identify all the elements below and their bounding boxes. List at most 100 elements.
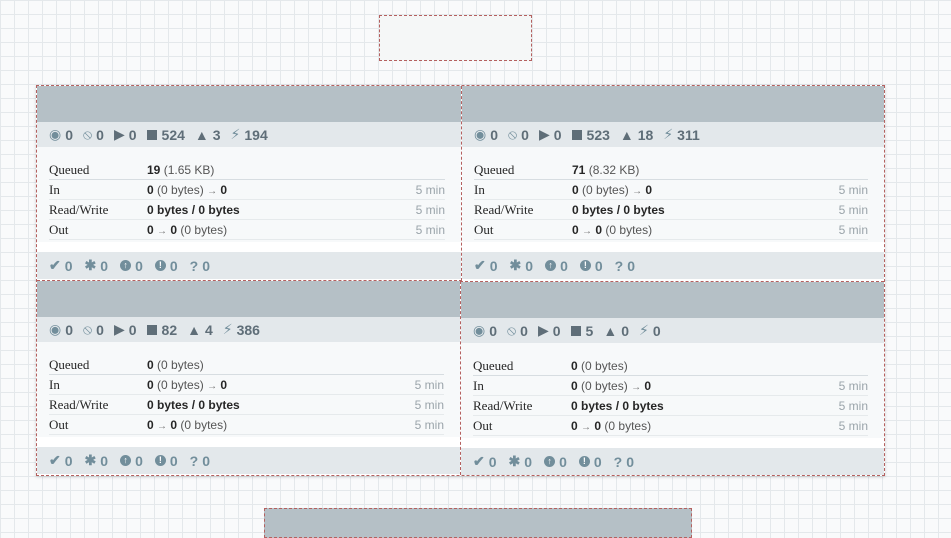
running-icon: ▶: [113, 321, 125, 337]
up-to-date-stat: ✔ 0: [474, 257, 498, 274]
running-icon: ▶: [538, 126, 550, 142]
unknown-stat: ? 0: [189, 452, 211, 469]
invalid-icon: ▲: [194, 126, 209, 143]
process-group-1[interactable]: ◉ 0 ⦸ 0 ▶ 0 524 ▲ 3 ⚡︎ 194 Queued 19 (1.65 KB…: [37, 86, 462, 281]
up-to-date-stat: ✔ 0: [49, 257, 73, 274]
read-write-row: Read/Write 0 bytes / 0 bytes 5 min: [474, 200, 868, 220]
version-control-counts: ✔ 0 ✱ 0 ↑ 0 ! 0 ? 0: [462, 252, 884, 279]
stopped-stat: 523: [571, 127, 610, 143]
stopped-stat: 82: [146, 322, 177, 338]
out-row: Out 0 → 0 (0 bytes) 5 min: [474, 220, 868, 240]
check-icon: ✔: [49, 452, 61, 468]
invalid-stat: ▲ 3: [194, 126, 221, 143]
transmitting-stat: ◉ 0: [474, 126, 499, 143]
component-counts: ◉ 0 ⦸ 0 ▶ 0 82 ▲ 4 ⚡︎ 386: [37, 317, 460, 342]
queued-row: Queued 0 (0 bytes): [49, 355, 444, 375]
disabled-stat: ⚡︎ 194: [230, 126, 268, 143]
running-icon: ▶: [537, 322, 549, 338]
read-write-row: Read/Write 0 bytes / 0 bytes 5 min: [49, 395, 444, 415]
invalid-icon: ▲: [187, 321, 201, 338]
asterisk-icon: ✱: [84, 452, 97, 468]
exclamation-circle-icon: !: [154, 455, 166, 466]
in-row: In 0 (0 bytes) → 0 5 min: [49, 375, 444, 395]
unknown-stat: ? 0: [189, 257, 211, 274]
arrow-up-circle-icon: ↑: [120, 455, 132, 466]
arrow-up-circle-icon: ↑: [545, 260, 557, 271]
invalid-stat: ▲ 0: [603, 322, 629, 339]
exclamation-circle-icon: !: [578, 456, 590, 467]
locally-modified-stat: ✱ 0: [84, 257, 109, 274]
process-group-header[interactable]: [37, 86, 461, 122]
stats-details: Queued 71 (8.32 KB) In 0 (0 bytes) → 0 5…: [462, 147, 884, 242]
sync-failure-stat: ! 0: [578, 454, 602, 470]
component-counts: ◉ 0 ⦸ 0 ▶ 0 5 ▲ 0 ⚡︎ 0: [461, 318, 884, 343]
process-group-header[interactable]: [37, 281, 460, 317]
check-icon: ✔: [49, 257, 61, 273]
process-group-4[interactable]: ◉ 0 ⦸ 0 ▶ 0 5 ▲ 0 ⚡︎ 0 Queued 0 (0 bytes) In …: [460, 281, 884, 475]
sync-failure-stat: ! 0: [154, 453, 178, 469]
stopped-icon: [570, 325, 581, 336]
stopped-stat: 5: [570, 323, 593, 339]
stale-stat: ↑ 0: [545, 258, 568, 274]
stopped-stat: 524: [146, 127, 185, 143]
transmitting-icon: ◉: [49, 126, 62, 142]
not-transmitting-stat: ⦸ 0: [507, 322, 528, 339]
invalid-icon: ▲: [619, 126, 634, 143]
invalid-stat: ▲ 18: [619, 126, 654, 143]
stopped-icon: [146, 129, 157, 140]
unknown-stat: ? 0: [614, 257, 636, 274]
disabled-icon: ⚡︎: [230, 126, 241, 142]
check-icon: ✔: [473, 453, 485, 469]
question-icon: ?: [189, 257, 199, 274]
invalid-icon: ▲: [603, 322, 618, 339]
in-row: In 0 (0 bytes) → 0 5 min: [49, 180, 445, 200]
process-group-2[interactable]: ◉ 0 ⦸ 0 ▶ 0 523 ▲ 18 ⚡︎ 311 Queued 71 (8.32 K…: [462, 86, 884, 281]
in-row: In 0 (0 bytes) → 0 5 min: [473, 376, 868, 396]
stale-stat: ↑ 0: [120, 258, 143, 274]
running-stat: ▶ 0: [113, 321, 137, 338]
not-transmitting-icon: ⦸: [83, 126, 93, 142]
sync-failure-stat: ! 0: [579, 258, 603, 274]
process-group-partial[interactable]: [264, 508, 692, 538]
transmitting-icon: ◉: [49, 321, 62, 337]
exclamation-circle-icon: !: [154, 260, 166, 271]
exclamation-circle-icon: !: [579, 260, 591, 271]
stopped-icon: [146, 324, 157, 335]
version-control-counts: ✔ 0 ✱ 0 ↑ 0 ! 0 ? 0: [461, 448, 884, 475]
not-transmitting-icon: ⦸: [83, 321, 93, 337]
stats-details: Queued 0 (0 bytes) In 0 (0 bytes) → 0 5 …: [461, 343, 884, 438]
disabled-stat: ⚡︎ 0: [638, 322, 661, 339]
question-icon: ?: [189, 452, 199, 469]
process-group-header[interactable]: [461, 282, 884, 318]
out-row: Out 0 → 0 (0 bytes) 5 min: [473, 416, 868, 436]
arrow-up-circle-icon: ↑: [120, 260, 132, 271]
component-counts: ◉ 0 ⦸ 0 ▶ 0 523 ▲ 18 ⚡︎ 311: [462, 122, 884, 147]
process-group-3[interactable]: ◉ 0 ⦸ 0 ▶ 0 82 ▲ 4 ⚡︎ 386 Queued 0 (0 bytes) …: [37, 281, 460, 475]
asterisk-icon: ✱: [508, 453, 521, 469]
running-stat: ▶ 0: [538, 126, 562, 143]
version-control-counts: ✔ 0 ✱ 0 ↑ 0 ! 0 ? 0: [37, 447, 460, 474]
read-write-row: Read/Write 0 bytes / 0 bytes 5 min: [49, 200, 445, 220]
transmitting-icon: ◉: [474, 126, 487, 142]
transmitting-stat: ◉ 0: [49, 321, 74, 338]
label-box[interactable]: [379, 15, 532, 61]
asterisk-icon: ✱: [509, 257, 522, 273]
queued-row: Queued 19 (1.65 KB): [49, 160, 445, 180]
process-group-container[interactable]: ◉ 0 ⦸ 0 ▶ 0 524 ▲ 3 ⚡︎ 194 Queued 19 (1.65 KB…: [36, 85, 885, 476]
process-group-header[interactable]: [462, 86, 884, 122]
question-icon: ?: [613, 453, 623, 470]
stopped-icon: [571, 129, 582, 140]
asterisk-icon: ✱: [84, 257, 97, 273]
disabled-stat: ⚡︎ 311: [663, 126, 700, 143]
running-icon: ▶: [113, 126, 125, 142]
invalid-stat: ▲ 4: [187, 321, 213, 338]
transmitting-icon: ◉: [473, 322, 486, 338]
running-stat: ▶ 0: [537, 322, 561, 339]
check-icon: ✔: [474, 257, 486, 273]
not-transmitting-stat: ⦸ 0: [83, 321, 104, 338]
arrow-up-circle-icon: ↑: [544, 456, 556, 467]
locally-modified-stat: ✱ 0: [509, 257, 534, 274]
in-row: In 0 (0 bytes) → 0 5 min: [474, 180, 868, 200]
queued-row: Queued 71 (8.32 KB): [474, 160, 868, 180]
read-write-row: Read/Write 0 bytes / 0 bytes 5 min: [473, 396, 868, 416]
